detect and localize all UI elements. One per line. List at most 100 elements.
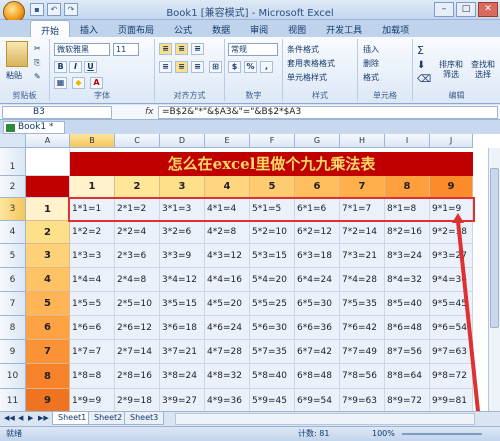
table-cell[interactable]: 8*2=16	[385, 221, 430, 244]
copy-icon[interactable]: ⎘	[33, 57, 41, 69]
row-header[interactable]: 3	[0, 198, 26, 221]
table-cell[interactable]: 4*7=28	[205, 340, 250, 364]
row-header[interactable]: 11	[0, 389, 26, 411]
table-cell[interactable]: 5*7=35	[250, 340, 295, 364]
bold-button[interactable]: B	[54, 61, 67, 73]
font-name-select[interactable]: 微软雅黑	[54, 43, 110, 56]
row-header[interactable]: 5	[0, 244, 26, 268]
table-cell[interactable]: 6*2=12	[295, 221, 340, 244]
tab-insert[interactable]: 插入	[70, 20, 108, 37]
currency-icon[interactable]: $	[228, 61, 241, 73]
sort-filter-button[interactable]: 排序和筛选	[435, 59, 467, 81]
number-format-select[interactable]: 常规	[228, 43, 278, 56]
maximize-button[interactable]: □	[456, 2, 476, 17]
table-cell[interactable]: 5*6=30	[250, 316, 295, 340]
zoom-slider[interactable]	[402, 433, 482, 435]
border-icon[interactable]: ▦	[54, 77, 67, 89]
tab-page-layout[interactable]: 页面布局	[108, 20, 164, 37]
vertical-scroll-thumb[interactable]	[490, 168, 499, 328]
table-cell[interactable]: 1*4=4	[70, 268, 115, 292]
table-cell[interactable]: 2*2=4	[115, 221, 160, 244]
table-cell[interactable]: 1*2=2	[70, 221, 115, 244]
find-select-button[interactable]: 查找和选择	[468, 59, 498, 81]
table-cell[interactable]: 4*5=20	[205, 292, 250, 316]
paste-button[interactable]: 粘贴	[5, 69, 23, 82]
column-header[interactable]: E	[205, 134, 250, 148]
fill-color-icon[interactable]: ◆	[72, 77, 85, 89]
table-cell[interactable]: 6*9=54	[295, 389, 340, 411]
table-cell[interactable]: 8*7=56	[385, 340, 430, 364]
table-cell[interactable]: 6*8=48	[295, 364, 340, 389]
table-cell[interactable]: 1*5=5	[70, 292, 115, 316]
table-cell[interactable]: 5*4=20	[250, 268, 295, 292]
table-cell[interactable]: 7*8=56	[340, 364, 385, 389]
cut-icon[interactable]: ✂	[33, 43, 42, 54]
table-cell[interactable]: 1*6=6	[70, 316, 115, 340]
clear-icon[interactable]: ⌫	[416, 73, 432, 86]
insert-cells-button[interactable]: 插入	[362, 43, 380, 56]
name-box[interactable]: B3	[2, 106, 112, 119]
table-cell[interactable]: 5*8=40	[250, 364, 295, 389]
horizontal-scrollbar[interactable]	[175, 413, 475, 425]
table-cell[interactable]: 3*4=12	[160, 268, 205, 292]
table-cell[interactable]: 9*3=27	[430, 244, 473, 268]
select-all-corner[interactable]	[0, 134, 26, 148]
vertical-scrollbar[interactable]	[488, 148, 500, 411]
table-cell[interactable]: 6*4=24	[295, 268, 340, 292]
minimize-button[interactable]: –	[434, 2, 454, 17]
cell[interactable]	[26, 176, 70, 198]
last-sheet-icon[interactable]: ▶▶	[38, 414, 49, 422]
fill-icon[interactable]: ⬇	[416, 59, 426, 72]
autosum-icon[interactable]: Σ	[416, 43, 425, 58]
column-header[interactable]: H	[340, 134, 385, 148]
row-header[interactable]: 10	[0, 364, 26, 389]
tab-data[interactable]: 数据	[202, 20, 240, 37]
prev-sheet-icon[interactable]: ◀	[18, 414, 23, 422]
table-cell[interactable]: 1*8=8	[70, 364, 115, 389]
format-cells-button[interactable]: 格式	[362, 71, 380, 84]
sheet-tab-2[interactable]: Sheet2	[88, 412, 129, 425]
table-cell[interactable]: 7*5=35	[340, 292, 385, 316]
table-cell[interactable]: 3*9=27	[160, 389, 205, 411]
table-cell[interactable]: 8*9=72	[385, 389, 430, 411]
fx-icon[interactable]: fx	[145, 107, 154, 117]
table-cell[interactable]: 3*7=21	[160, 340, 205, 364]
table-cell[interactable]: 2*9=18	[115, 389, 160, 411]
tab-addins[interactable]: 加载项	[372, 20, 419, 37]
column-header[interactable]: I	[385, 134, 430, 148]
table-cell[interactable]: 5*2=10	[250, 221, 295, 244]
table-cell[interactable]: 2*4=8	[115, 268, 160, 292]
underline-button[interactable]: U	[84, 61, 97, 73]
table-cell[interactable]: 9*7=63	[430, 340, 473, 364]
tab-view[interactable]: 视图	[278, 20, 316, 37]
format-as-table-button[interactable]: 套用表格格式	[286, 57, 336, 70]
table-cell[interactable]: 6*6=36	[295, 316, 340, 340]
align-left-icon[interactable]: ≡	[159, 61, 172, 73]
row-header[interactable]: 4	[0, 221, 26, 244]
row-header[interactable]: 6	[0, 268, 26, 292]
column-header[interactable]: A	[26, 134, 70, 148]
table-cell[interactable]: 4*2=8	[205, 221, 250, 244]
worksheet[interactable]: A B C D E F G H I J 1 2 3 4 5 6 7 8 9 10 11 怎么在excel里做个九九乘法表 1…	[0, 134, 500, 411]
zoom-level[interactable]: 100%	[372, 427, 395, 440]
table-cell[interactable]: 7*3=21	[340, 244, 385, 268]
format-painter-icon[interactable]: ✎	[33, 71, 42, 82]
table-cell[interactable]: 2*6=12	[115, 316, 160, 340]
merge-center-icon[interactable]: ⊞	[209, 61, 222, 73]
next-sheet-icon[interactable]: ▶	[28, 414, 33, 422]
cell-styles-button[interactable]: 单元格样式	[286, 71, 328, 84]
sheet-tab-3[interactable]: Sheet3	[124, 412, 165, 425]
column-header[interactable]: J	[430, 134, 473, 148]
table-cell[interactable]: 7*6=42	[340, 316, 385, 340]
align-right-icon[interactable]: ≡	[191, 61, 204, 73]
column-header[interactable]: D	[160, 134, 205, 148]
table-cell[interactable]: 2*8=16	[115, 364, 160, 389]
table-cell[interactable]: 7*9=63	[340, 389, 385, 411]
row-header[interactable]: 2	[0, 176, 26, 198]
table-cell[interactable]: 2*5=10	[115, 292, 160, 316]
align-top-icon[interactable]: ≡	[159, 43, 172, 55]
table-cell[interactable]: 7*2=14	[340, 221, 385, 244]
table-cell[interactable]: 9*9=81	[430, 389, 473, 411]
table-cell[interactable]: 1*7=7	[70, 340, 115, 364]
table-cell[interactable]: 8*4=32	[385, 268, 430, 292]
